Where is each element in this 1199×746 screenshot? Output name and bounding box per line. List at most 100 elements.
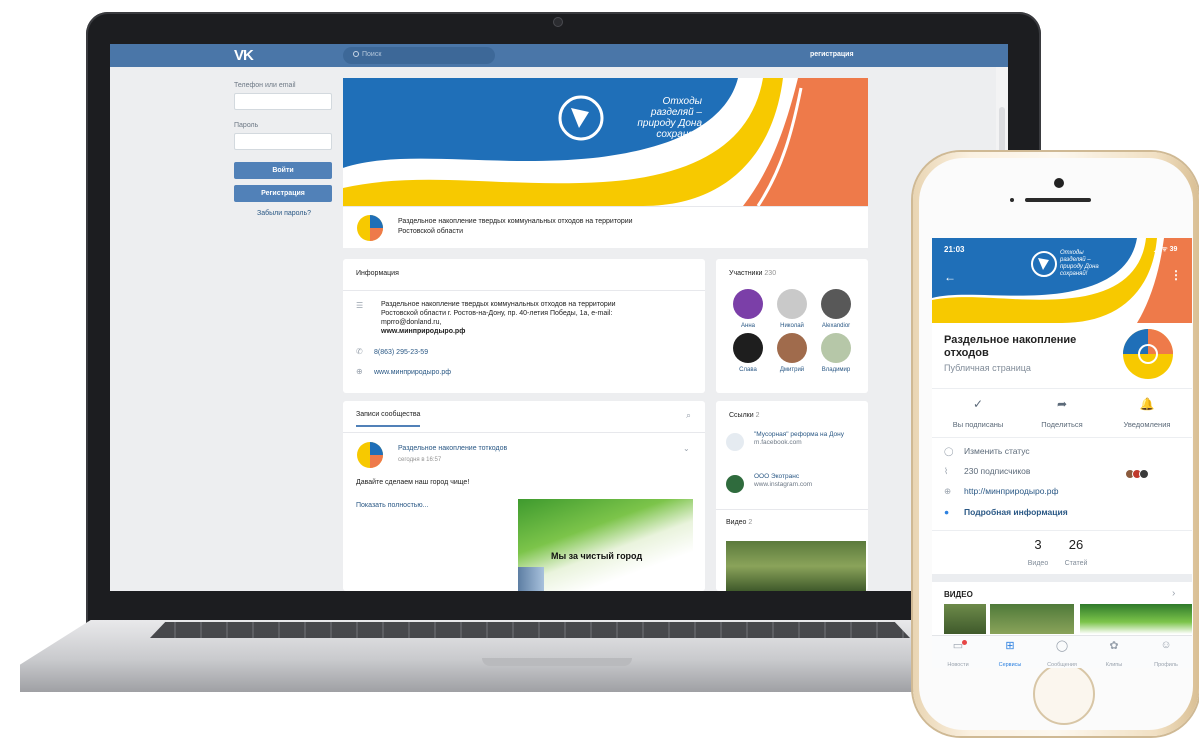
post-author[interactable]: Раздельное накопление тоткодов	[398, 445, 507, 452]
news-icon: ▭	[952, 640, 964, 652]
site-row[interactable]: ⊕ http://минприродыро.рф	[944, 486, 1059, 497]
search-placeholder: Поиск	[362, 51, 382, 58]
bell-icon: 🔔	[1139, 397, 1155, 411]
register-link[interactable]: регистрация	[810, 51, 854, 58]
group-avatar[interactable]	[356, 214, 384, 242]
search-input[interactable]: Поиск	[343, 47, 495, 64]
divider	[716, 509, 868, 510]
member-item[interactable]: Дмитрий	[770, 333, 814, 373]
members-card: Участники 230 Анна Николай Alexandior Слава…	[716, 259, 868, 393]
messages-icon: ◯	[1055, 640, 1069, 652]
change-status-row[interactable]: ◯ Изменить статус	[944, 446, 1030, 457]
profile-icon: ☺	[1160, 639, 1172, 651]
laptop-camera	[553, 17, 563, 27]
back-arrow-icon[interactable]: ←	[944, 270, 956, 284]
laptop-keyboard	[150, 622, 910, 638]
video-thumbnail[interactable]	[944, 604, 986, 634]
phone-cover: 21:03 ◢ ᯤ 39 ← ⋮ Отходы разделяй – приро…	[932, 238, 1192, 323]
info-site-row[interactable]: ⊕ www.минприродыро.рф	[356, 367, 451, 376]
register-button[interactable]: Регистрация	[234, 185, 332, 202]
phone-screen: 21:03 ◢ ᯤ 39 ← ⋮ Отходы разделяй – приро…	[932, 238, 1192, 668]
stat-videos[interactable]: 3 Видео	[1018, 537, 1058, 570]
subscribed-button[interactable]: ✓ Вы подписаны	[935, 397, 1021, 432]
post-author-avatar[interactable]	[356, 441, 384, 469]
divider	[343, 432, 705, 433]
tab-community-posts[interactable]: Записи сообщества	[356, 411, 421, 427]
info-phone: 8(863) 295-23-59	[374, 349, 429, 356]
member-item[interactable]: Alexandior	[814, 289, 858, 329]
video-thumbnail[interactable]	[1080, 604, 1192, 634]
group-avatar[interactable]	[1122, 328, 1174, 380]
show-more-link[interactable]: Показать полностью...	[356, 502, 429, 509]
tab-news[interactable]: ▭ Новости	[932, 639, 984, 668]
avatar	[821, 289, 851, 319]
notifications-button[interactable]: 🔔 Уведомления	[1104, 397, 1190, 432]
phone-input[interactable]	[234, 93, 332, 110]
links-title-text: Ссылки	[729, 412, 754, 419]
group-bar: Раздельное накопление твердых коммунальн…	[343, 206, 868, 248]
change-status-text: Изменить статус	[964, 446, 1030, 456]
phone-camera	[1054, 178, 1064, 188]
member-item[interactable]: Владимир	[814, 333, 858, 373]
phone-cover-slogan: Отходы разделяй – природу Дона сохраняй!	[1060, 250, 1099, 277]
member-item[interactable]: Анна	[726, 289, 770, 329]
globe-icon: ⊕	[356, 367, 363, 376]
vk-logo[interactable]: VK	[234, 47, 254, 64]
video-thumbnail[interactable]	[726, 541, 866, 591]
links-title: Ссылки 2	[729, 412, 760, 419]
more-icon[interactable]: ⋮	[1170, 268, 1182, 282]
video-count: 2	[748, 519, 753, 526]
link-text: "Мусорная" реформа на Дону m.facebook.com	[754, 431, 864, 447]
page-type: Публичная страница	[944, 363, 1031, 373]
tab-profile[interactable]: ☺ Профиль	[1140, 639, 1192, 668]
member-item[interactable]: Николай	[770, 289, 814, 329]
info-description: Раздельное накопление твердых коммунальн…	[381, 300, 631, 336]
share-button[interactable]: ➦ Поделиться	[1019, 397, 1105, 432]
description-icon: ☰	[356, 301, 364, 310]
avatar	[821, 333, 851, 363]
info-icon: ●	[944, 507, 950, 517]
tab-services[interactable]: ⊞ Сервисы	[984, 639, 1036, 668]
laptop-notch	[482, 658, 632, 666]
members-count: 230	[764, 270, 777, 277]
posts-card: Записи сообщества ⌕ Раздельное накоплени…	[343, 401, 705, 591]
phone-icon: ✆	[356, 347, 363, 356]
subscribed-label: Вы подписаны	[952, 420, 1004, 429]
status-icons: ◢ ᯤ 39	[1154, 246, 1178, 253]
video-thumbnail[interactable]	[990, 604, 1074, 634]
post-date[interactable]: сегодня в 16:57	[398, 457, 441, 463]
subscriber-avatars[interactable]	[1125, 466, 1149, 484]
site-text: http://минприродыро.рф	[964, 486, 1059, 496]
forgot-password-link[interactable]: Забыли пароль?	[234, 210, 334, 217]
details-text: Подробная информация	[964, 507, 1068, 517]
tab-label: Клипы	[1105, 662, 1123, 668]
search-icon[interactable]: ⌕	[686, 410, 691, 421]
tab-clips[interactable]: ✿ Клипы	[1088, 639, 1140, 668]
link-url: www.instagram.com	[754, 481, 813, 488]
info-phone-row[interactable]: ✆ 8(863) 295-23-59	[356, 347, 428, 356]
post-image[interactable]: Мы за чистый город	[518, 499, 693, 591]
login-button[interactable]: Войти	[234, 162, 332, 179]
link-title: ООО Экотранс	[754, 473, 800, 480]
details-row[interactable]: ● Подробная информация	[944, 507, 1068, 517]
tab-label: Сервисы	[998, 662, 1022, 668]
member-name: Дмитрий	[779, 367, 805, 373]
page-title: Раздельное накопление отходов	[944, 334, 1077, 359]
page-stats: 3 Видео 26 Статей	[932, 530, 1192, 574]
chevron-down-icon[interactable]: ⌄	[683, 444, 690, 453]
video-title: Видео 2	[726, 519, 752, 526]
chevron-right-icon[interactable]: ›	[1172, 588, 1175, 599]
video-section-title[interactable]: ВИДЕО	[944, 590, 973, 599]
avatar	[733, 289, 763, 319]
ecotrans-logo-icon	[726, 475, 744, 493]
member-item[interactable]: Слава	[726, 333, 770, 373]
link-text: ООО Экотранс www.instagram.com	[754, 473, 864, 489]
subscribers-row[interactable]: ⌇ 230 подписчиков	[944, 466, 1030, 477]
links-card: Ссылки 2 "Мусорная" реформа на Дону m.fac…	[716, 401, 868, 591]
stat-articles[interactable]: 26 Статей	[1056, 537, 1096, 570]
members-title-text: Участники	[729, 270, 763, 277]
home-button[interactable]	[1033, 663, 1095, 725]
tab-messages[interactable]: ◯ Сообщения	[1036, 639, 1088, 668]
password-input[interactable]	[234, 133, 332, 150]
cover-slogan: Отходы разделяй – природу Дона сохраняй!	[637, 96, 702, 140]
